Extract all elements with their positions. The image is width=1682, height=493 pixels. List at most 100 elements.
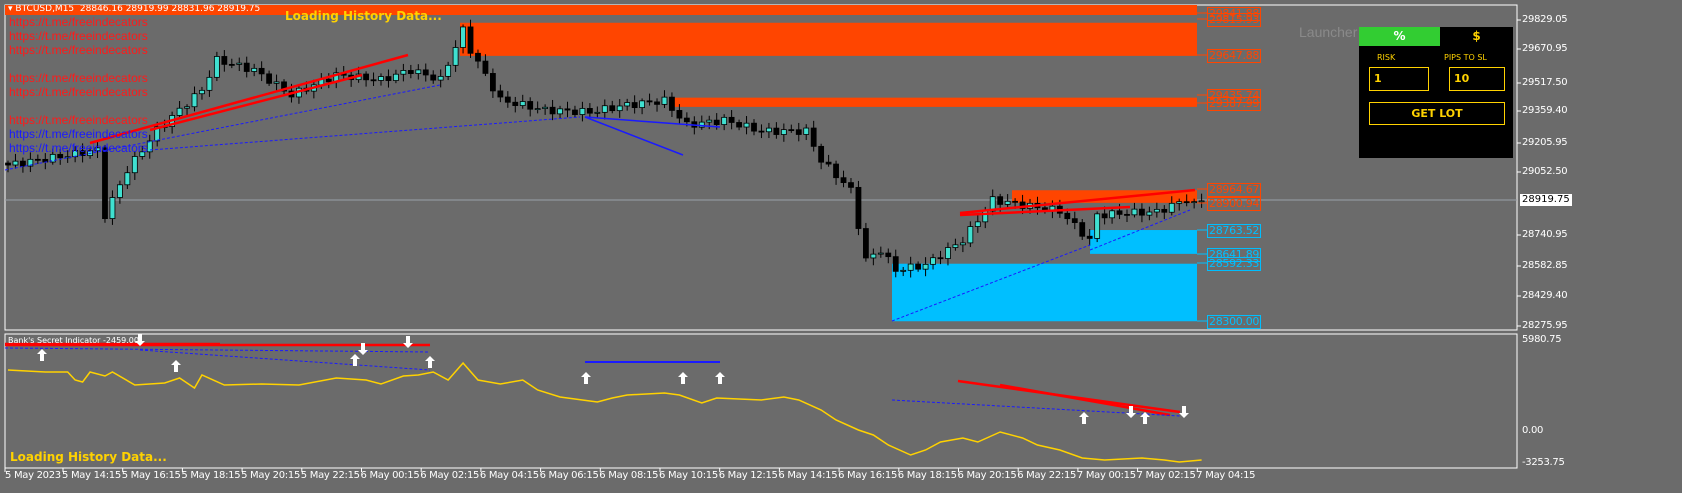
telegram-link[interactable]: https://t.me/freeindecators <box>9 127 148 141</box>
candle-body <box>743 122 750 128</box>
candle-body <box>1183 201 1190 204</box>
pips-to-sl-label: PIPS TO SL <box>1444 53 1487 62</box>
time-axis-label: 6 May 08:15 <box>599 470 659 481</box>
candle-body <box>683 117 690 123</box>
candle-body <box>974 221 981 227</box>
price-axis-label: 29517.50 <box>1522 77 1568 88</box>
candle-body <box>1071 218 1078 223</box>
candle-body <box>721 116 728 125</box>
candle-body <box>877 252 884 255</box>
telegram-link[interactable]: https://t.me/freeindecators <box>9 15 148 29</box>
supply-zone <box>460 22 1197 56</box>
pips-to-sl-input[interactable]: 10 <box>1449 67 1505 91</box>
candle-body <box>542 106 549 109</box>
candle-body <box>676 110 683 119</box>
candle-body <box>780 129 787 135</box>
candle-body <box>1161 208 1168 213</box>
candle-body <box>736 122 742 128</box>
supply-zone <box>670 97 1197 107</box>
candle-body <box>803 127 810 135</box>
time-axis-label: 6 May 20:15 <box>957 470 1017 481</box>
candle-body <box>959 242 966 246</box>
candle-body <box>631 102 638 109</box>
indicator-axis-zero: 0.00 <box>1522 425 1544 436</box>
candle-body <box>258 67 265 75</box>
telegram-link[interactable]: https://t.me/freeindecators <box>9 29 148 43</box>
arrow-up-icon <box>715 372 725 384</box>
candle-body <box>967 226 974 244</box>
supply-zone-price-label: 28964.67 <box>1207 183 1262 197</box>
symbol-info[interactable]: ▾ BTCUSD,M15 28846.16 28919.99 28831.96 … <box>8 4 260 14</box>
candle-body <box>952 244 959 248</box>
candle-body <box>109 197 116 220</box>
price-axis-label: 28275.95 <box>1522 320 1568 331</box>
candle-body <box>117 184 123 198</box>
candle-body <box>1191 201 1198 204</box>
candle-body <box>549 106 556 115</box>
supply-zone-price-label: 29387.99 <box>1207 97 1262 111</box>
demand-zone-price-label: 28763.52 <box>1207 224 1262 238</box>
candle-body <box>251 67 258 72</box>
arrow-up-icon <box>171 360 181 372</box>
candle-body <box>1086 235 1093 239</box>
tab-percent[interactable]: % <box>1359 27 1440 46</box>
time-axis-label: 5 May 14:15 <box>62 470 121 481</box>
get-lot-button[interactable]: GET LOT <box>1369 102 1505 125</box>
supply-zone-price-label: 28900.94 <box>1207 197 1262 211</box>
candle-body <box>467 26 474 54</box>
candle-body <box>1153 208 1160 213</box>
candle-body <box>586 108 593 114</box>
telegram-link[interactable]: https://t.me/freeindecators <box>9 43 148 57</box>
candle-body <box>848 182 854 188</box>
candle-body <box>131 156 138 174</box>
candle-body <box>422 69 429 76</box>
candle-body <box>519 101 526 106</box>
arrow-down-icon <box>1179 406 1189 418</box>
candle-body <box>594 111 601 114</box>
candle-body <box>557 108 563 115</box>
candle-body <box>1139 208 1145 216</box>
arrow-up-icon <box>37 349 47 361</box>
candle-body <box>206 76 213 91</box>
time-axis-label: 6 May 18:15 <box>897 470 957 481</box>
candle-body <box>795 129 802 135</box>
candle-body <box>221 56 228 65</box>
candle-body <box>639 100 645 109</box>
candle-body <box>20 160 26 167</box>
candle-body <box>460 26 466 48</box>
candle-body <box>624 102 631 107</box>
candle-body <box>400 70 407 75</box>
time-axis-label: 6 May 12:15 <box>718 470 778 481</box>
candle-body <box>579 108 586 115</box>
candle-body <box>646 100 653 103</box>
candle-body <box>1012 200 1018 203</box>
candle-body <box>1131 208 1138 216</box>
candle-body <box>1198 200 1205 203</box>
candle-body <box>1064 212 1071 220</box>
candle-body <box>266 73 273 84</box>
candle-body <box>430 74 437 81</box>
candle-body <box>601 105 608 113</box>
candle-body <box>1109 210 1115 219</box>
candle-body <box>922 263 929 270</box>
price-axis-label: 29829.05 <box>1522 14 1568 25</box>
indicator-trendline <box>999 383 1171 417</box>
price-axis-label: 29359.40 <box>1522 105 1568 116</box>
telegram-link[interactable]: https://t.me/freeindecators <box>9 141 148 155</box>
candle-body <box>825 161 832 165</box>
candle-body <box>199 89 205 95</box>
telegram-link[interactable]: https://t.me/freeindecators <box>9 71 148 85</box>
candle-body <box>243 62 250 72</box>
candle-body <box>34 158 41 161</box>
telegram-link[interactable]: https://t.me/freeindecators <box>9 85 148 99</box>
risk-input[interactable]: 1 <box>1369 67 1429 91</box>
indicator-line <box>7 361 1202 463</box>
demand-zone-price-label: 28300.00 <box>1207 315 1262 329</box>
candle-body <box>482 60 489 74</box>
tab-dollar[interactable]: $ <box>1440 27 1513 46</box>
candle-body <box>616 105 623 112</box>
dropdown-triangle-icon[interactable]: ▾ <box>8 4 13 14</box>
telegram-link[interactable]: https://t.me/freeindecators <box>9 113 148 127</box>
candle-body <box>385 76 392 81</box>
candle-body <box>713 119 720 125</box>
